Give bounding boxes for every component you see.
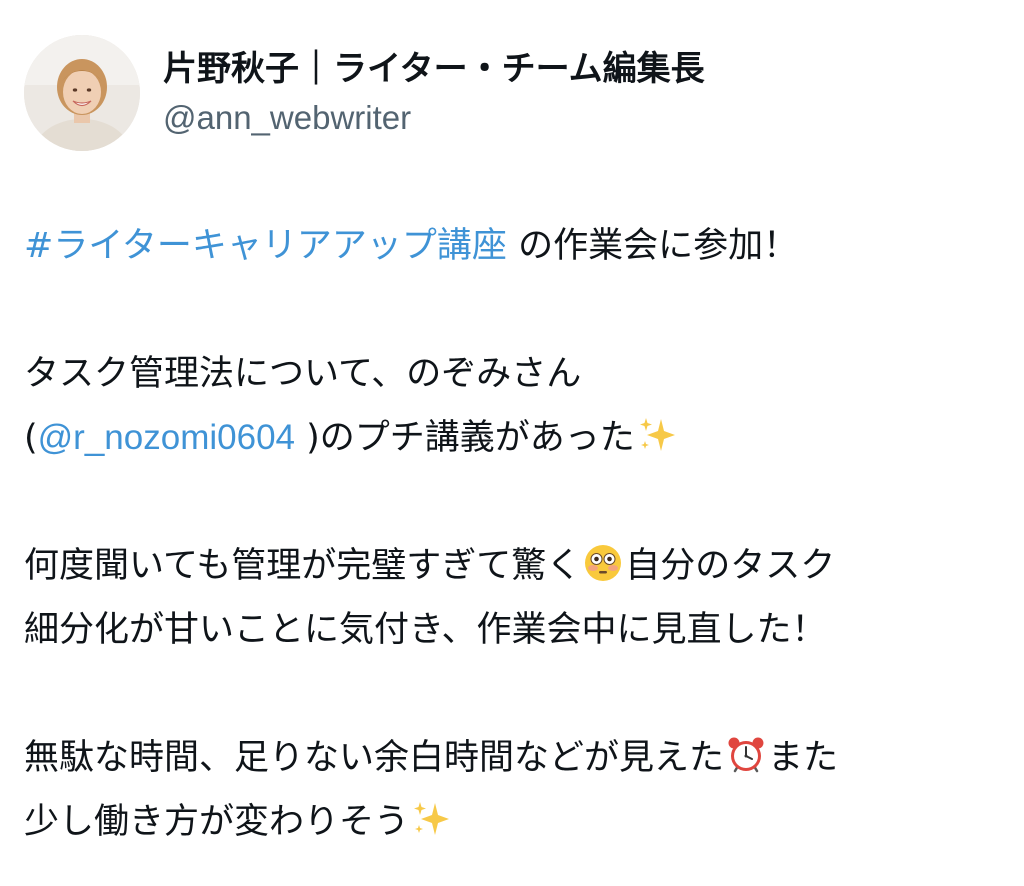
tweet-text: #ライターキャリアアップ講座 の作業会に参加！ タスク管理法について、のぞみさん…	[24, 214, 1004, 854]
tweet-line-2: タスク管理法について、のぞみさん	[24, 342, 1004, 406]
user-names: 片野秋子｜ライター・チーム編集長 @ann_webwriter	[163, 35, 705, 151]
tweet-line-3: (@r_nozomi0604 )のプチ講義があった	[24, 406, 1004, 470]
sparkles-icon	[637, 415, 677, 455]
text-segment: の作業会に参加！	[506, 226, 799, 266]
user-handle[interactable]: @ann_webwriter	[163, 96, 705, 140]
text-segment: 無駄な時間、足りない余白時間などが見えた	[24, 738, 725, 778]
text-segment: (	[24, 418, 38, 458]
hashtag-link[interactable]: #ライターキャリアアップ講座	[24, 226, 507, 266]
display-name[interactable]: 片野秋子｜ライター・チーム編集長	[163, 46, 705, 92]
text-segment: )のプチ講義があった	[295, 418, 635, 458]
text-segment: また	[768, 738, 839, 778]
tweet-line-1: #ライターキャリアアップ講座 の作業会に参加！	[24, 214, 1004, 278]
text-segment: 少し働き方が変わりそう	[24, 802, 410, 842]
tweet-line-4: 何度聞いても管理が完璧すぎて驚く 自分のタスク	[24, 534, 1004, 598]
text-segment: タスク管理法について、のぞみさん	[24, 354, 582, 394]
text-segment: 何度聞いても管理が完璧すぎて驚く	[24, 546, 582, 586]
sparkles-icon	[411, 799, 451, 839]
mention-link[interactable]: @r_nozomi0604	[38, 418, 295, 457]
tweet-line-6: 無駄な時間、足りない余白時間などが見えた また	[24, 726, 1004, 790]
flushed-face-icon	[583, 543, 623, 583]
tweet-line-7: 少し働き方が変わりそう	[24, 790, 1004, 854]
alarm-clock-icon	[726, 735, 766, 775]
text-segment: 細分化が甘いことに気付き、作業会中に見直した！	[24, 610, 827, 650]
text-segment: 自分のタスク	[625, 546, 836, 586]
tweet-header: 片野秋子｜ライター・チーム編集長 @ann_webwriter	[24, 34, 705, 152]
tweet-line-5: 細分化が甘いことに気付き、作業会中に見直した！	[24, 598, 1004, 662]
tweet-card: 片野秋子｜ライター・チーム編集長 @ann_webwriter #ライターキャリ…	[0, 0, 1024, 886]
avatar[interactable]	[24, 35, 140, 151]
